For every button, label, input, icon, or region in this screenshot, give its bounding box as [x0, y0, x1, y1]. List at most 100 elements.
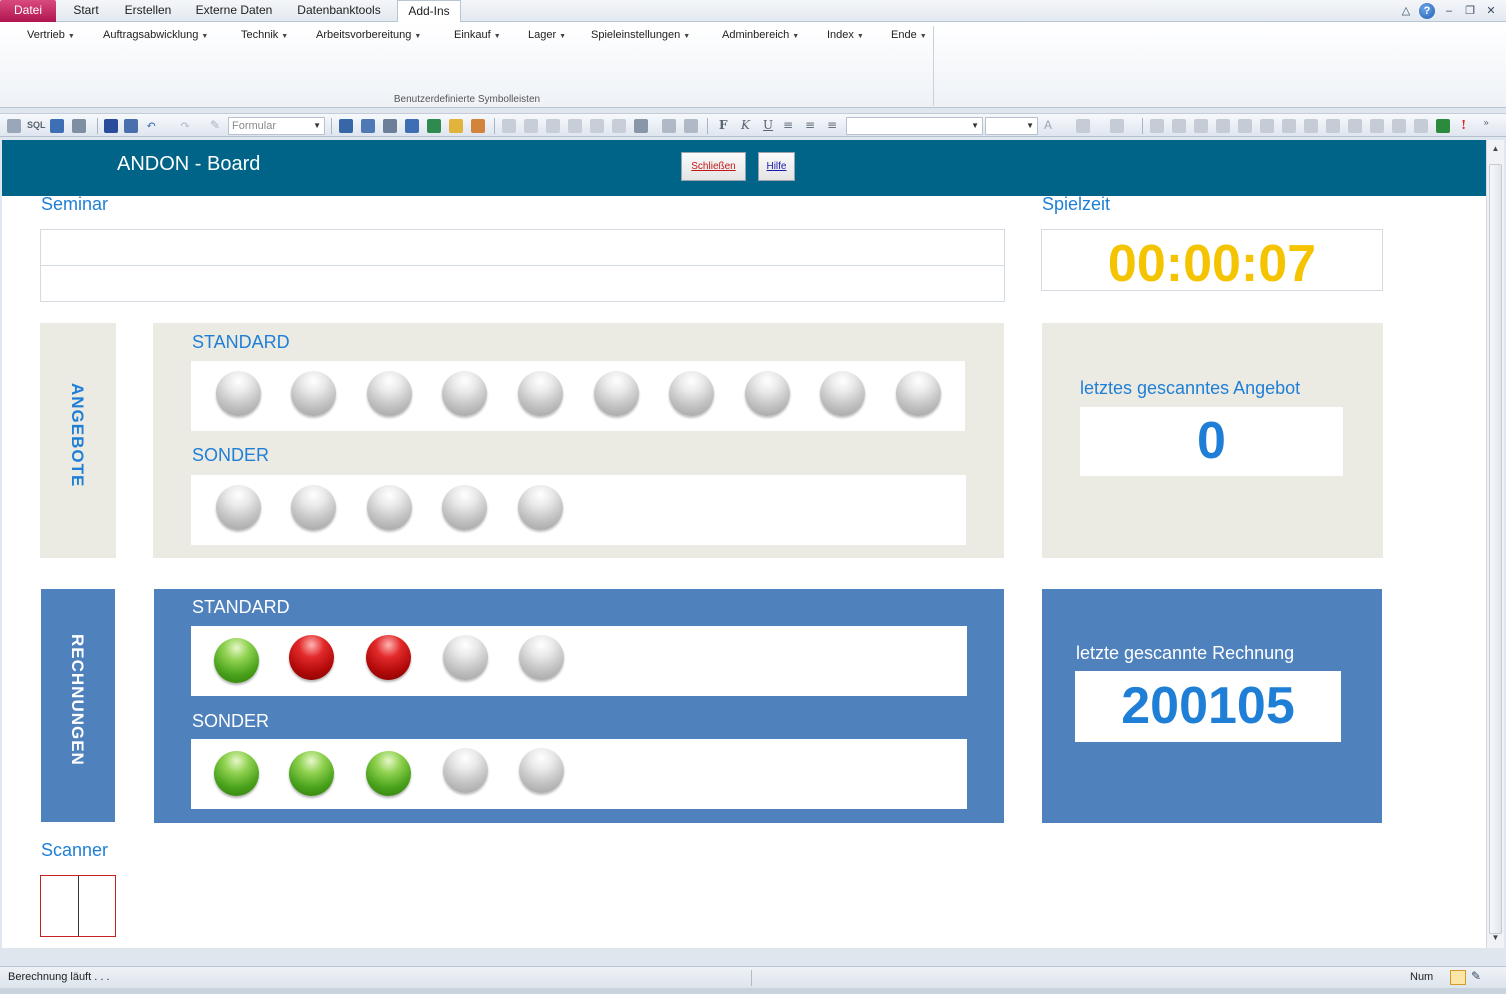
page-title: ANDON - Board	[117, 153, 261, 175]
menu-adminbereich[interactable]: Adminbereich ▼	[722, 29, 799, 41]
edit-icon[interactable]	[50, 119, 64, 133]
ribbon-group-label: Benutzerdefinierte Symbolleisten	[393, 94, 541, 105]
chevron-down-icon: ▼	[683, 33, 691, 40]
macro-icon[interactable]	[427, 119, 441, 133]
menu-spieleinstellungen[interactable]: Spieleinstellungen ▼	[591, 29, 690, 41]
alert-icon[interactable]: !	[1461, 118, 1466, 132]
object-select-combo[interactable]: Formular ▼	[228, 117, 325, 135]
bold-icon[interactable]: F	[719, 118, 728, 132]
module-icon[interactable]	[471, 119, 485, 133]
sql-icon[interactable]: SQL	[27, 120, 46, 130]
tab-add-ins[interactable]: Add-Ins	[397, 0, 461, 23]
query-icon[interactable]	[405, 119, 419, 133]
tab-datenbanktools[interactable]: Datenbanktools	[288, 0, 390, 22]
menu-auftragsabwicklung[interactable]: Auftragsabwicklung ▼	[103, 29, 208, 41]
minimize-icon[interactable]: –	[1441, 3, 1457, 19]
form-view-icon[interactable]	[339, 119, 353, 133]
toolbar-divider	[331, 118, 332, 134]
chart-icon[interactable]	[662, 119, 676, 133]
align-center-icon[interactable]: ≡	[805, 118, 815, 132]
align-left-icon[interactable]: ≡	[783, 118, 793, 132]
spacing-vertical-icon[interactable]	[1348, 119, 1362, 133]
close-icon[interactable]: ✕	[1483, 3, 1499, 19]
restore-icon[interactable]: ❐	[1462, 3, 1478, 19]
rechnung-last-scanned-box: 200105	[1075, 671, 1341, 742]
size-to-shortest-icon[interactable]	[1260, 119, 1274, 133]
save-icon[interactable]	[104, 119, 118, 133]
folder-icon[interactable]	[449, 119, 463, 133]
fill-color-icon[interactable]	[1076, 119, 1090, 133]
form-header: ANDON - Board Schließen Hilfe	[2, 140, 1486, 196]
status-light-green	[366, 751, 411, 796]
align-left-edge-icon[interactable]	[1194, 119, 1208, 133]
seminar-field-1[interactable]	[40, 229, 1005, 266]
italic-icon[interactable]: K	[741, 118, 750, 132]
datasheet-icon[interactable]	[361, 119, 375, 133]
help-button[interactable]: Hilfe	[758, 152, 795, 181]
group-icon[interactable]	[1414, 119, 1428, 133]
font-size-combo[interactable]: ▼	[985, 117, 1038, 135]
undo-icon[interactable]: ↶	[146, 118, 156, 132]
format-painter-icon[interactable]: ✎	[210, 118, 220, 132]
font-name-combo[interactable]: ▼	[846, 117, 983, 135]
form-view-icon[interactable]	[1450, 970, 1466, 985]
spacing-vertical-decrease-icon[interactable]	[1392, 119, 1406, 133]
spacing-increase-icon[interactable]	[1326, 119, 1340, 133]
spacing-horizontal-icon[interactable]	[1282, 119, 1296, 133]
font-color-icon[interactable]: A	[1044, 118, 1052, 132]
grid-icon[interactable]	[546, 119, 560, 133]
size-to-tallest-icon[interactable]	[1238, 119, 1252, 133]
close-form-button[interactable]: Schließen	[681, 152, 746, 181]
menu-vertrieb[interactable]: Vertrieb ▼	[27, 29, 75, 41]
tab-start[interactable]: Start	[64, 0, 108, 22]
tab-externe-daten[interactable]: Externe Daten	[190, 0, 278, 22]
align-right-edge-icon[interactable]	[1216, 119, 1230, 133]
angebote-sonder-label: SONDER	[192, 445, 270, 465]
field-list-icon[interactable]	[568, 119, 582, 133]
book-icon[interactable]	[684, 119, 698, 133]
controls-icon[interactable]	[634, 119, 648, 133]
scroll-up-icon[interactable]: ▲	[1487, 141, 1504, 157]
align-top-icon[interactable]	[1150, 119, 1164, 133]
angebote-standard-lights	[191, 361, 965, 431]
underline-icon[interactable]: U	[763, 118, 773, 132]
tab-order-icon[interactable]	[502, 119, 516, 133]
spacing-equal-icon[interactable]	[1304, 119, 1318, 133]
toolbar-overflow-icon[interactable]: »	[1483, 118, 1489, 129]
excel-icon[interactable]	[1436, 119, 1450, 133]
minimize-ribbon-icon[interactable]: △	[1398, 3, 1414, 19]
tab-erstellen[interactable]: Erstellen	[116, 0, 180, 22]
select-icon[interactable]	[590, 119, 604, 133]
properties-icon[interactable]	[7, 119, 21, 133]
layout-icon[interactable]	[72, 119, 86, 133]
line-color-icon[interactable]	[1110, 119, 1124, 133]
design-view-icon[interactable]: ✎	[1471, 969, 1481, 983]
save-as-icon[interactable]	[124, 119, 138, 133]
redo-icon[interactable]: ↷	[180, 118, 190, 132]
align-bottom-icon[interactable]	[1172, 119, 1186, 133]
wizard-icon[interactable]	[612, 119, 626, 133]
scanner-input[interactable]	[40, 875, 116, 937]
menu-arbeitsvorbereitung[interactable]: Arbeitsvorbereitung ▼	[316, 29, 421, 41]
tab-datei[interactable]: Datei	[0, 0, 56, 22]
align-right-icon[interactable]: ≡	[827, 118, 837, 132]
menu-index[interactable]: Index ▼	[827, 29, 864, 41]
angebot-last-scanned-box: 0	[1080, 407, 1343, 476]
scroll-down-icon[interactable]: ▼	[1487, 930, 1504, 946]
refresh-icon[interactable]	[524, 119, 538, 133]
status-light-grey	[669, 371, 714, 416]
status-light-grey	[291, 485, 336, 530]
menu-technik[interactable]: Technik ▼	[241, 29, 288, 41]
menu-lager[interactable]: Lager ▼	[528, 29, 566, 41]
report-icon[interactable]	[383, 119, 397, 133]
spacing-vertical-increase-icon[interactable]	[1370, 119, 1384, 133]
num-lock-indicator: Num	[1410, 971, 1434, 983]
menu-ende[interactable]: Ende ▼	[891, 29, 927, 41]
status-light-grey	[216, 485, 261, 530]
toolbar: SQL ↶ ↷ ✎ Formular ▼ F K U ≡ ≡ ≡ ▼ ▼ A ! …	[0, 113, 1506, 137]
seminar-field-2[interactable]	[40, 265, 1005, 302]
help-icon[interactable]: ?	[1419, 3, 1435, 19]
vertical-scrollbar[interactable]: ▲ ▼	[1486, 140, 1504, 948]
scrollbar-thumb[interactable]	[1489, 164, 1502, 934]
menu-einkauf[interactable]: Einkauf ▼	[454, 29, 501, 41]
